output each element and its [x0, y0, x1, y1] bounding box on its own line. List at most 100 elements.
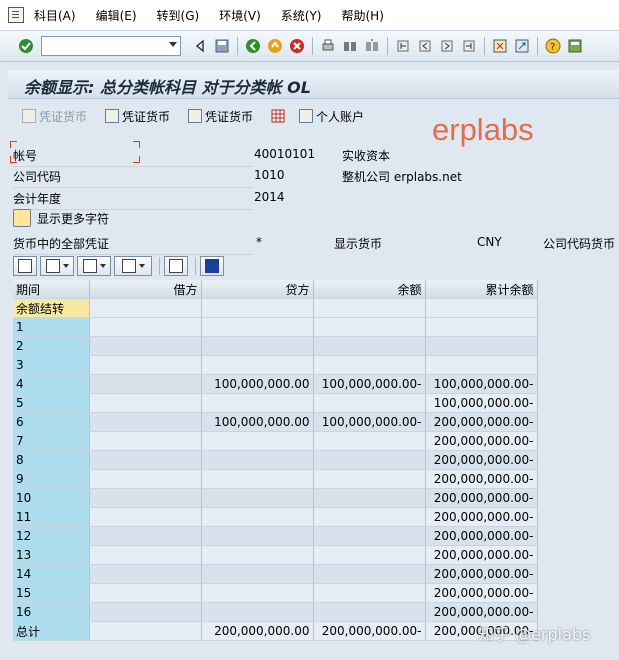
table-row[interactable]: 16 200,000,000.00- — [13, 602, 538, 622]
new-session-icon[interactable] — [492, 38, 508, 54]
amount-cell[interactable]: 200,000,000.00- — [425, 545, 538, 565]
table-row[interactable]: 6 100,000,000.00 100,000,000.00- 200,000,00… — [13, 412, 538, 432]
amount-cell[interactable] — [201, 545, 314, 565]
col-credit[interactable]: 贷方 — [201, 280, 314, 299]
amount-cell[interactable] — [89, 621, 202, 641]
amount-cell[interactable] — [89, 298, 202, 318]
amount-cell[interactable] — [89, 469, 202, 489]
amount-cell[interactable]: 100,000,000.00- — [313, 412, 426, 432]
table-row[interactable]: 14 200,000,000.00- — [13, 564, 538, 584]
enter-check-icon[interactable] — [18, 38, 34, 54]
menu-item-goto[interactable]: 转到(G) — [157, 7, 200, 24]
amount-cell[interactable] — [89, 564, 202, 584]
amount-cell[interactable] — [313, 583, 426, 603]
filter-button[interactable] — [77, 256, 111, 276]
amount-cell[interactable]: 200,000,000.00- — [425, 488, 538, 508]
collapse-left-icon[interactable] — [192, 38, 208, 54]
amount-cell[interactable] — [89, 412, 202, 432]
help-icon[interactable]: ? — [545, 38, 561, 54]
amount-cell[interactable] — [89, 450, 202, 470]
amount-cell[interactable] — [313, 564, 426, 584]
show-more-fields-button[interactable]: 显示更多字符 — [13, 209, 109, 227]
print-icon[interactable] — [320, 38, 336, 54]
amount-cell[interactable]: 200,000,000.00- — [425, 564, 538, 584]
table-row[interactable]: 13 200,000,000.00- — [13, 545, 538, 565]
table-row[interactable]: 8 200,000,000.00- — [13, 450, 538, 470]
table-row[interactable]: 11 200,000,000.00- — [13, 507, 538, 527]
table-row[interactable]: 15 200,000,000.00- — [13, 583, 538, 603]
amount-cell[interactable] — [313, 393, 426, 413]
period-cell[interactable]: 14 — [13, 564, 90, 584]
chevron-down-icon[interactable] — [169, 42, 177, 47]
table-row[interactable]: 10 200,000,000.00- — [13, 488, 538, 508]
period-cell[interactable]: 12 — [13, 526, 90, 546]
amount-cell[interactable] — [313, 317, 426, 337]
menu-item-help[interactable]: 帮助(H) — [341, 7, 383, 24]
sort-button[interactable] — [40, 256, 74, 276]
menu-item-environment[interactable]: 环境(V) — [219, 7, 261, 24]
period-cell[interactable]: 总计 — [13, 621, 90, 641]
period-cell[interactable]: 2 — [13, 336, 90, 356]
amount-cell[interactable] — [313, 355, 426, 375]
amount-cell[interactable]: 200,000,000.00- — [425, 507, 538, 527]
amount-cell[interactable] — [201, 507, 314, 527]
amount-cell[interactable]: 200,000,000.00- — [425, 450, 538, 470]
amount-cell[interactable] — [89, 526, 202, 546]
amount-cell[interactable] — [201, 298, 314, 318]
period-cell[interactable]: 余额结转 — [13, 298, 90, 318]
next-page-icon[interactable] — [439, 38, 455, 54]
doc-currency-button-1[interactable]: 凭证货币 — [22, 108, 87, 125]
amount-cell[interactable] — [89, 374, 202, 394]
amount-cell[interactable] — [313, 545, 426, 565]
back-icon[interactable] — [245, 38, 261, 54]
amount-cell[interactable] — [201, 526, 314, 546]
amount-cell[interactable] — [89, 393, 202, 413]
amount-cell[interactable] — [89, 545, 202, 565]
amount-cell[interactable]: 100,000,000.00- — [425, 393, 538, 413]
amount-cell[interactable]: 200,000,000.00- — [425, 412, 538, 432]
period-cell[interactable]: 10 — [13, 488, 90, 508]
cancel-icon[interactable] — [289, 38, 305, 54]
amount-cell[interactable]: 100,000,000.00 — [201, 374, 314, 394]
command-input[interactable] — [42, 37, 164, 53]
amount-cell[interactable] — [201, 583, 314, 603]
amount-cell[interactable] — [89, 488, 202, 508]
table-row[interactable]: 9 200,000,000.00- — [13, 469, 538, 489]
period-cell[interactable]: 16 — [13, 602, 90, 622]
table-row[interactable]: 1 — [13, 317, 538, 337]
period-cell[interactable]: 13 — [13, 545, 90, 565]
amount-cell[interactable] — [201, 469, 314, 489]
grid-settings-button[interactable] — [271, 109, 285, 123]
amount-cell[interactable] — [201, 317, 314, 337]
exit-icon[interactable] — [267, 38, 283, 54]
table-row[interactable]: 2 — [13, 336, 538, 356]
period-cell[interactable]: 6 — [13, 412, 90, 432]
amount-cell[interactable] — [201, 602, 314, 622]
shortcut-icon[interactable] — [514, 38, 530, 54]
info-button[interactable] — [200, 256, 224, 276]
doc-currency-button-3[interactable]: 凭证货币 — [188, 108, 253, 125]
save-icon[interactable] — [214, 38, 230, 54]
amount-cell[interactable] — [89, 317, 202, 337]
table-row[interactable]: 4 100,000,000.00 100,000,000.00- 100,000,00… — [13, 374, 538, 394]
amount-cell[interactable]: 200,000,000.00 — [201, 621, 314, 641]
amount-cell[interactable] — [201, 564, 314, 584]
table-row[interactable]: 5 100,000,000.00- — [13, 393, 538, 413]
amount-cell[interactable] — [313, 526, 426, 546]
amount-cell[interactable]: 100,000,000.00- — [425, 374, 538, 394]
amount-cell[interactable] — [201, 393, 314, 413]
amount-cell[interactable] — [89, 602, 202, 622]
period-cell[interactable]: 3 — [13, 355, 90, 375]
menu-item-system[interactable]: 系统(Y) — [281, 7, 322, 24]
amount-cell[interactable] — [425, 317, 538, 337]
individual-account-button[interactable]: 个人账户 — [299, 108, 364, 125]
amount-cell[interactable] — [313, 298, 426, 318]
period-cell[interactable]: 7 — [13, 431, 90, 451]
first-page-icon[interactable] — [395, 38, 411, 54]
amount-cell[interactable]: 200,000,000.00- — [425, 602, 538, 622]
amount-cell[interactable]: 200,000,000.00- — [425, 583, 538, 603]
period-cell[interactable]: 9 — [13, 469, 90, 489]
amount-cell[interactable]: 100,000,000.00- — [313, 374, 426, 394]
amount-cell[interactable] — [201, 450, 314, 470]
col-balance[interactable]: 余额 — [313, 280, 426, 299]
